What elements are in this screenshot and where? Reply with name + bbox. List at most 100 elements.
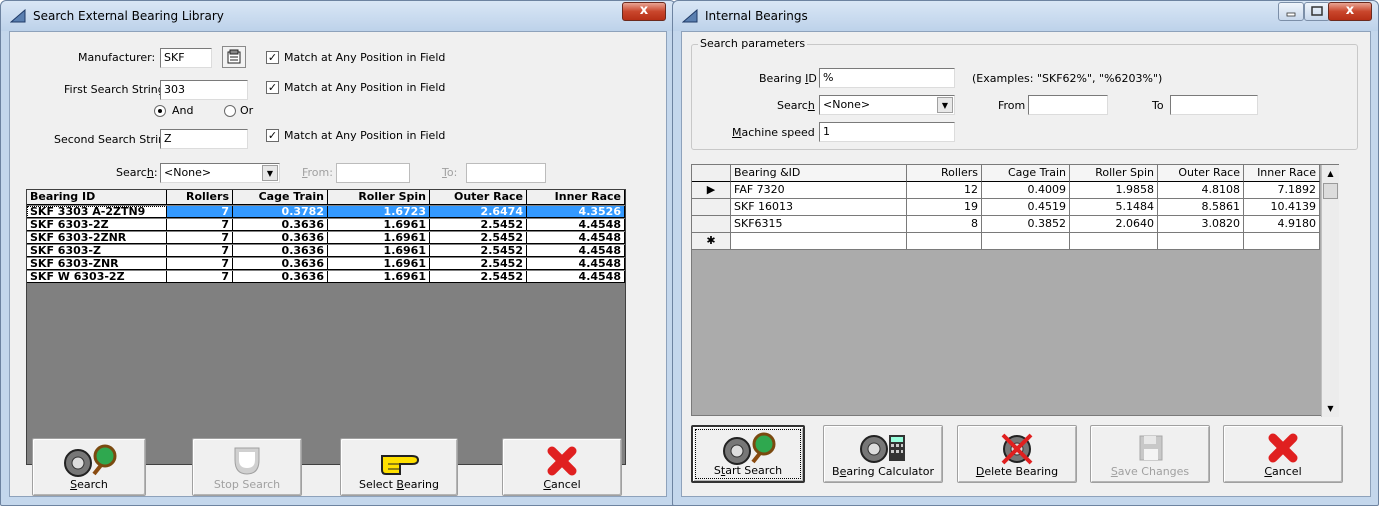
cell-roller-spin: 1.6961 bbox=[328, 245, 430, 257]
cell-roller-spin[interactable]: 2.0640 bbox=[1070, 216, 1158, 233]
new-row[interactable]: ✱ bbox=[692, 233, 1320, 250]
table-row[interactable]: SKF 6303-Z 7 0.3636 1.6961 2.5452 4.4548 bbox=[27, 245, 625, 257]
and-radio[interactable] bbox=[154, 105, 166, 117]
results-grid[interactable]: Bearing ID Rollers Cage Train Roller Spi… bbox=[26, 189, 626, 465]
column-header-bearing-id[interactable]: Bearing &ID bbox=[731, 165, 907, 182]
bearing-id-label: Bearing ID bbox=[759, 72, 817, 85]
cell-cage-train[interactable]: 0.4519 bbox=[982, 199, 1070, 216]
cell-rollers[interactable]: 8 bbox=[907, 216, 982, 233]
to-field[interactable] bbox=[1170, 95, 1258, 115]
save-changes-button[interactable]: Save Changes bbox=[1090, 425, 1210, 483]
close-button[interactable]: x bbox=[622, 2, 666, 21]
cell-rollers: 7 bbox=[167, 232, 233, 244]
from-field[interactable] bbox=[1028, 95, 1108, 115]
stop-search-button[interactable]: Stop Search bbox=[192, 438, 302, 496]
search-field-dropdown[interactable]: <None> ▼ bbox=[160, 163, 280, 183]
cell-bearing-id[interactable]: SKF6315 bbox=[731, 216, 907, 233]
cell-roller-spin[interactable] bbox=[1070, 233, 1158, 250]
bearing-id-field[interactable]: % bbox=[819, 68, 955, 88]
cell-bearing-id[interactable]: SKF 16013 bbox=[731, 199, 907, 216]
maximize-button[interactable] bbox=[1304, 2, 1330, 21]
cell-outer-race[interactable] bbox=[1158, 233, 1244, 250]
column-header-roller-spin[interactable]: Roller Spin bbox=[1070, 165, 1158, 182]
cell-outer-race[interactable]: 8.5861 bbox=[1158, 199, 1244, 216]
current-row-indicator[interactable]: ▶ bbox=[692, 182, 731, 199]
cell-inner-race: 4.4548 bbox=[527, 232, 625, 244]
cell-roller-spin[interactable]: 1.9858 bbox=[1070, 182, 1158, 199]
machine-speed-field[interactable]: 1 bbox=[819, 122, 955, 142]
cell-inner-race[interactable] bbox=[1244, 233, 1320, 250]
first-search-field[interactable]: 303 bbox=[160, 80, 248, 100]
row-header[interactable] bbox=[692, 199, 731, 216]
match-any-position-checkbox-1[interactable]: ✓ bbox=[266, 51, 279, 64]
column-header-cage-train[interactable]: Cage Train bbox=[982, 165, 1070, 182]
cell-cage-train[interactable]: 0.4009 bbox=[982, 182, 1070, 199]
stop-search-label: Stop Search bbox=[213, 478, 281, 491]
delete-bearing-button[interactable]: Delete Bearing bbox=[957, 425, 1077, 483]
from-field[interactable] bbox=[336, 163, 410, 183]
cell-rollers[interactable] bbox=[907, 233, 982, 250]
manufacturer-field[interactable]: SKF bbox=[160, 48, 212, 68]
cell-bearing-id: SKF 6303-ZNR bbox=[27, 258, 167, 270]
bearing-calculator-button[interactable]: Bearing Calculator bbox=[823, 425, 943, 483]
match-any-position-checkbox-3[interactable]: ✓ bbox=[266, 129, 279, 142]
minimize-button[interactable] bbox=[1278, 2, 1304, 21]
cell-cage-train[interactable]: 0.3852 bbox=[982, 216, 1070, 233]
cell-outer-race[interactable]: 4.8108 bbox=[1158, 182, 1244, 199]
search-field-dropdown[interactable]: <None> ▼ bbox=[819, 95, 955, 115]
table-row[interactable]: SKF 16013 19 0.4519 5.1484 8.5861 10.413… bbox=[692, 199, 1320, 216]
table-row[interactable]: SKF6315 8 0.3852 2.0640 3.0820 4.9180 bbox=[692, 216, 1320, 233]
cell-cage-train[interactable] bbox=[982, 233, 1070, 250]
table-row[interactable]: ▶ FAF 7320 12 0.4009 1.9858 4.8108 7.189… bbox=[692, 182, 1320, 199]
cell-inner-race[interactable]: 10.4139 bbox=[1244, 199, 1320, 216]
cell-inner-race[interactable]: 7.1892 bbox=[1244, 182, 1320, 199]
start-search-button[interactable]: Start Search bbox=[691, 425, 805, 483]
to-field[interactable] bbox=[466, 163, 546, 183]
cell-bearing-id[interactable] bbox=[731, 233, 907, 250]
cell-bearing-id: SKF 6303-2ZNR bbox=[27, 232, 167, 244]
select-bearing-button[interactable]: Select Bearing bbox=[340, 438, 458, 496]
search-button[interactable]: Search bbox=[32, 438, 146, 496]
title-bar[interactable]: Search External Bearing Library x bbox=[1, 1, 675, 31]
table-row[interactable]: SKF 3303 A-2ZTN9 7 0.3782 1.6723 2.6474 … bbox=[27, 206, 625, 218]
scroll-down-icon[interactable]: ▼ bbox=[1322, 400, 1339, 417]
column-header-outer-race[interactable]: Outer Race bbox=[430, 190, 527, 205]
column-header-inner-race[interactable]: Inner Race bbox=[1244, 165, 1320, 182]
table-row[interactable]: SKF 6303-ZNR 7 0.3636 1.6961 2.5452 4.45… bbox=[27, 258, 625, 270]
cell-bearing-id[interactable]: FAF 7320 bbox=[731, 182, 907, 199]
cell-inner-race[interactable]: 4.9180 bbox=[1244, 216, 1320, 233]
chevron-down-icon[interactable]: ▼ bbox=[262, 165, 278, 181]
cell-outer-race[interactable]: 3.0820 bbox=[1158, 216, 1244, 233]
match-any-position-checkbox-2[interactable]: ✓ bbox=[266, 81, 279, 94]
close-button[interactable]: x bbox=[1328, 2, 1372, 21]
row-header[interactable] bbox=[692, 216, 731, 233]
cancel-button[interactable]: Cancel bbox=[1223, 425, 1343, 483]
table-row[interactable]: SKF 6303-2ZNR 7 0.3636 1.6961 2.5452 4.4… bbox=[27, 232, 625, 244]
table-row[interactable]: SKF W 6303-2Z 7 0.3636 1.6961 2.5452 4.4… bbox=[27, 271, 625, 283]
vertical-scrollbar[interactable]: ▲ ▼ bbox=[1321, 165, 1339, 417]
new-row-indicator[interactable]: ✱ bbox=[692, 233, 731, 250]
second-search-field[interactable]: Z bbox=[160, 129, 248, 149]
chevron-down-icon[interactable]: ▼ bbox=[937, 97, 953, 113]
column-header-outer-race[interactable]: Outer Race bbox=[1158, 165, 1244, 182]
cancel-label: Cancel bbox=[543, 478, 581, 491]
manufacturer-lookup-button[interactable] bbox=[222, 46, 246, 68]
cell-rollers[interactable]: 19 bbox=[907, 199, 982, 216]
or-radio[interactable] bbox=[224, 105, 236, 117]
title-bar[interactable]: Internal Bearings x bbox=[673, 1, 1378, 31]
column-header-inner-race[interactable]: Inner Race bbox=[527, 190, 625, 205]
cell-inner-race: 4.3526 bbox=[527, 206, 625, 218]
scroll-thumb[interactable] bbox=[1323, 183, 1338, 199]
bearing-calculator-label: Bearing Calculator bbox=[832, 465, 934, 478]
bearings-grid[interactable]: Bearing &ID Rollers Cage Train Roller Sp… bbox=[691, 164, 1339, 417]
scroll-up-icon[interactable]: ▲ bbox=[1322, 165, 1339, 182]
column-header-roller-spin[interactable]: Roller Spin bbox=[328, 190, 430, 205]
column-header-rollers[interactable]: Rollers bbox=[907, 165, 982, 182]
table-row[interactable]: SKF 6303-2Z 7 0.3636 1.6961 2.5452 4.454… bbox=[27, 219, 625, 231]
cell-rollers[interactable]: 12 bbox=[907, 182, 982, 199]
cancel-button[interactable]: Cancel bbox=[502, 438, 622, 496]
cell-roller-spin[interactable]: 5.1484 bbox=[1070, 199, 1158, 216]
column-header-rollers[interactable]: Rollers bbox=[167, 190, 233, 205]
column-header-cage-train[interactable]: Cage Train bbox=[233, 190, 328, 205]
column-header-bearing-id[interactable]: Bearing ID bbox=[27, 190, 167, 205]
